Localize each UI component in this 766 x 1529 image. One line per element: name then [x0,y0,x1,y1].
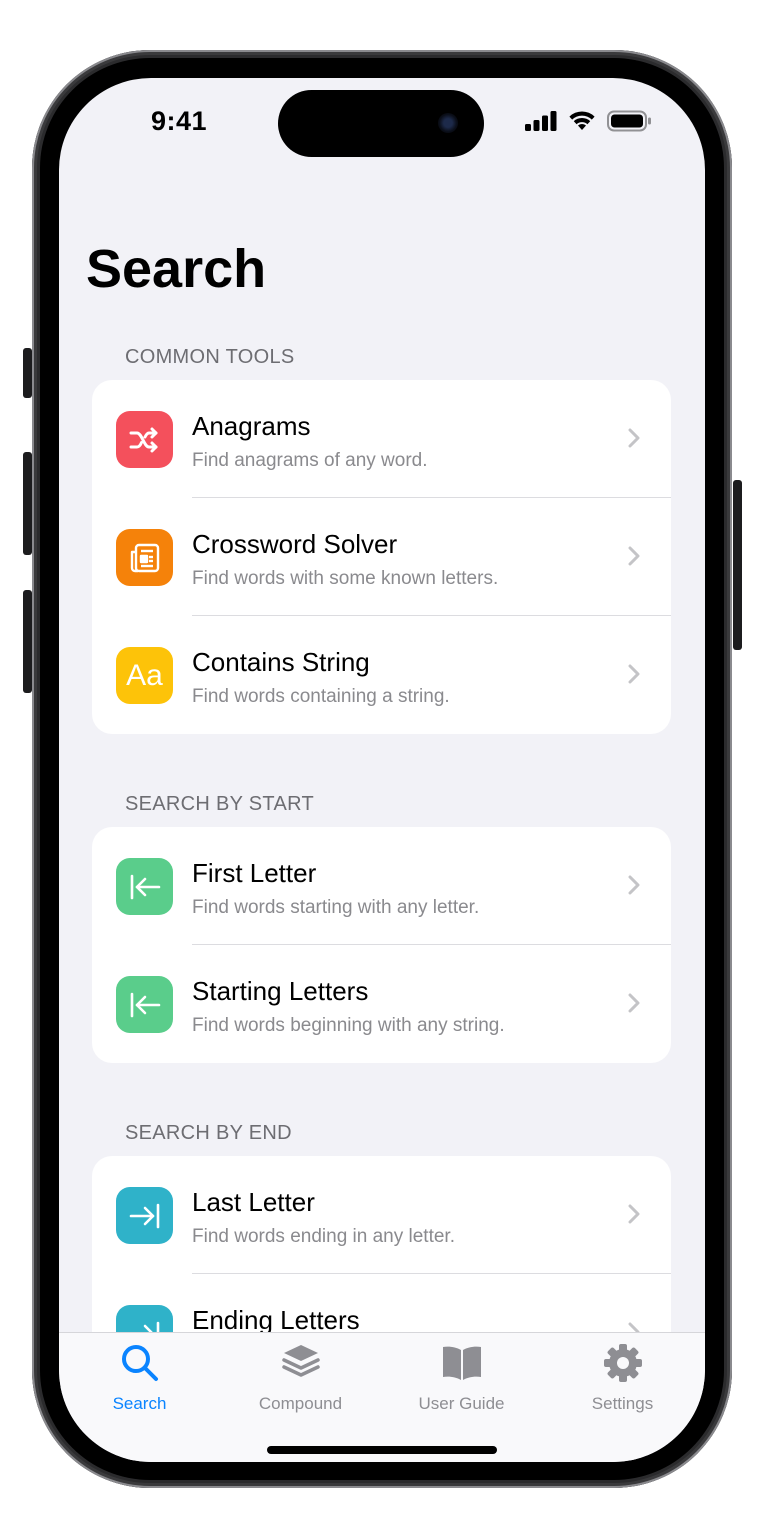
chevron-right-icon [628,546,640,566]
wifi-icon [569,111,595,130]
chevron-right-icon [628,993,640,1013]
tab-label: User Guide [418,1394,505,1413]
front-camera-icon [438,113,458,133]
magnifying-glass-icon [121,1345,158,1381]
row-title: Anagrams [192,411,311,441]
tab-settings[interactable]: Settings [542,1343,703,1414]
chevron-right-icon [628,664,640,684]
row-title: Crossword Solver [192,529,398,559]
search-by-start-card: First Letter Find words starting with an… [92,827,671,1063]
row-subtitle: Find words containing a string. [192,686,450,707]
status-icons [525,110,653,132]
section-header-search-by-start: SEARCH BY START [125,793,314,815]
row-title: First Letter [192,858,317,888]
tab-search[interactable]: Search [59,1343,220,1414]
row-title: Contains String [192,647,370,677]
list-item-contains-string[interactable]: Aa Contains String Find words containing… [92,616,671,734]
list-item-starting-letters[interactable]: Starting Letters Find words beginning wi… [92,945,671,1063]
gear-icon [603,1344,642,1382]
row-subtitle: Find anagrams of any word. [192,450,428,471]
arrow-right-to-line-icon [116,1187,173,1244]
chevron-right-icon [628,428,640,448]
row-subtitle: Find words ending in any letter. [192,1226,455,1247]
tab-label: Compound [258,1394,343,1413]
row-subtitle: Find words with some known letters. [192,568,499,589]
tab-compound[interactable]: Compound [220,1343,381,1414]
action-button [23,348,32,398]
common-tools-card: Anagrams Find anagrams of any word. Cros… [92,380,671,734]
chevron-right-icon [628,1204,640,1224]
book-icon [442,1346,481,1380]
newspaper-icon [116,529,173,586]
list-item-crossword-solver[interactable]: Crossword Solver Find words with some kn… [92,498,671,616]
arrow-left-to-line-icon [116,976,173,1033]
volume-down-button [23,590,32,693]
volume-up-button [23,452,32,555]
cellular-signal-icon [525,111,557,131]
tab-label: Search [112,1394,167,1413]
row-subtitle: Find words starting with any letter. [192,897,480,918]
row-title: Starting Letters [192,976,369,1006]
list-item-first-letter[interactable]: First Letter Find words starting with an… [92,827,671,945]
list-item-anagrams[interactable]: Anagrams Find anagrams of any word. [92,380,671,498]
tab-bar: Search Compound User Guide Settings [59,1332,705,1462]
layers-icon [281,1345,320,1377]
screen: 9:41 Search COMMON TOOLS Anagrams Find a… [59,78,705,1462]
home-indicator[interactable] [267,1446,497,1454]
row-title: Last Letter [192,1187,315,1217]
section-header-common-tools: COMMON TOOLS [125,346,295,368]
text-aa-icon: Aa [116,647,173,704]
dynamic-island [278,90,484,157]
list-item-last-letter[interactable]: Last Letter Find words ending in any let… [92,1156,671,1274]
chevron-right-icon [628,875,640,895]
page-title: Search [86,239,267,299]
battery-icon [607,110,651,132]
tab-label: Settings [591,1394,654,1413]
section-header-search-by-end: SEARCH BY END [125,1122,292,1144]
power-button [733,480,742,650]
tab-user-guide[interactable]: User Guide [381,1343,542,1414]
row-subtitle: Find words beginning with any string. [192,1015,505,1036]
arrow-left-to-line-icon [116,858,173,915]
status-time: 9:41 [151,106,208,136]
shuffle-icon [116,411,173,468]
